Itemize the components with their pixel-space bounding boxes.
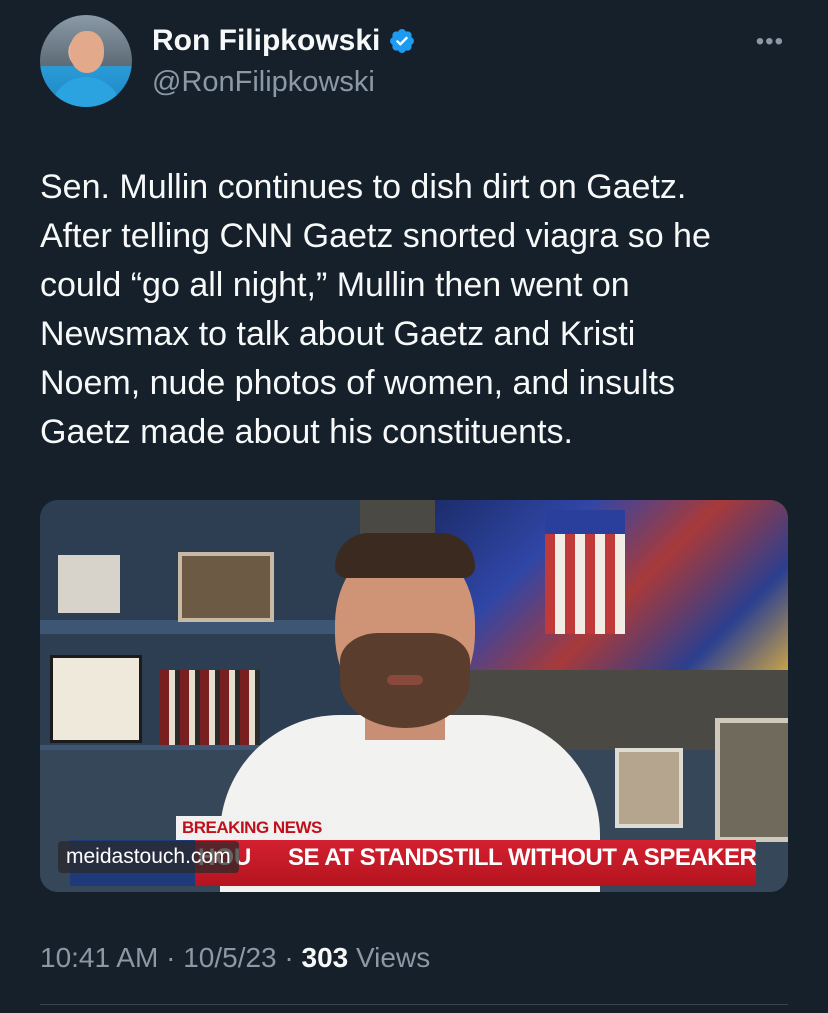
tweet-media-video[interactable]: BREAKING NEWS HOU SE AT STANDSTILL WITHO… [40,500,788,892]
tweet-text: Sen. Mullin continues to dish dirt on Ga… [40,168,711,451]
tweet: Ron Filipkowski @RonFilipkowski ••• Sen.… [0,0,828,1013]
verified-badge-icon [390,29,415,53]
tweet-meta: 10:41 AM · 10/5/23 · 303 Views [40,942,430,974]
hair [335,533,475,578]
tweet-time[interactable]: 10:41 AM [40,942,158,973]
framed-record [58,555,120,613]
author-handle[interactable]: @RonFilipkowski [152,66,375,99]
watermark: meidastouch.com [58,841,239,873]
meta-separator: · [284,942,302,973]
framed-photo [615,748,683,828]
avatar-head [70,31,104,73]
avatar[interactable] [40,15,132,107]
framed-photo [715,718,788,842]
framed-plaque [50,655,142,743]
avatar-shirt [50,77,122,107]
more-options-icon[interactable]: ••• [756,28,784,56]
divider [40,1004,788,1005]
views-label: Views [356,942,431,973]
author-name-row[interactable]: Ron Filipkowski [152,24,416,58]
tweet-date[interactable]: 10/5/23 [183,942,276,973]
news-headline: SE AT STANDSTILL WITHOUT A SPEAKER [288,844,757,871]
author-name[interactable]: Ron Filipkowski [152,24,380,58]
meta-separator: · [166,942,184,973]
views-count: 303 [301,942,349,973]
mouth [387,675,423,685]
